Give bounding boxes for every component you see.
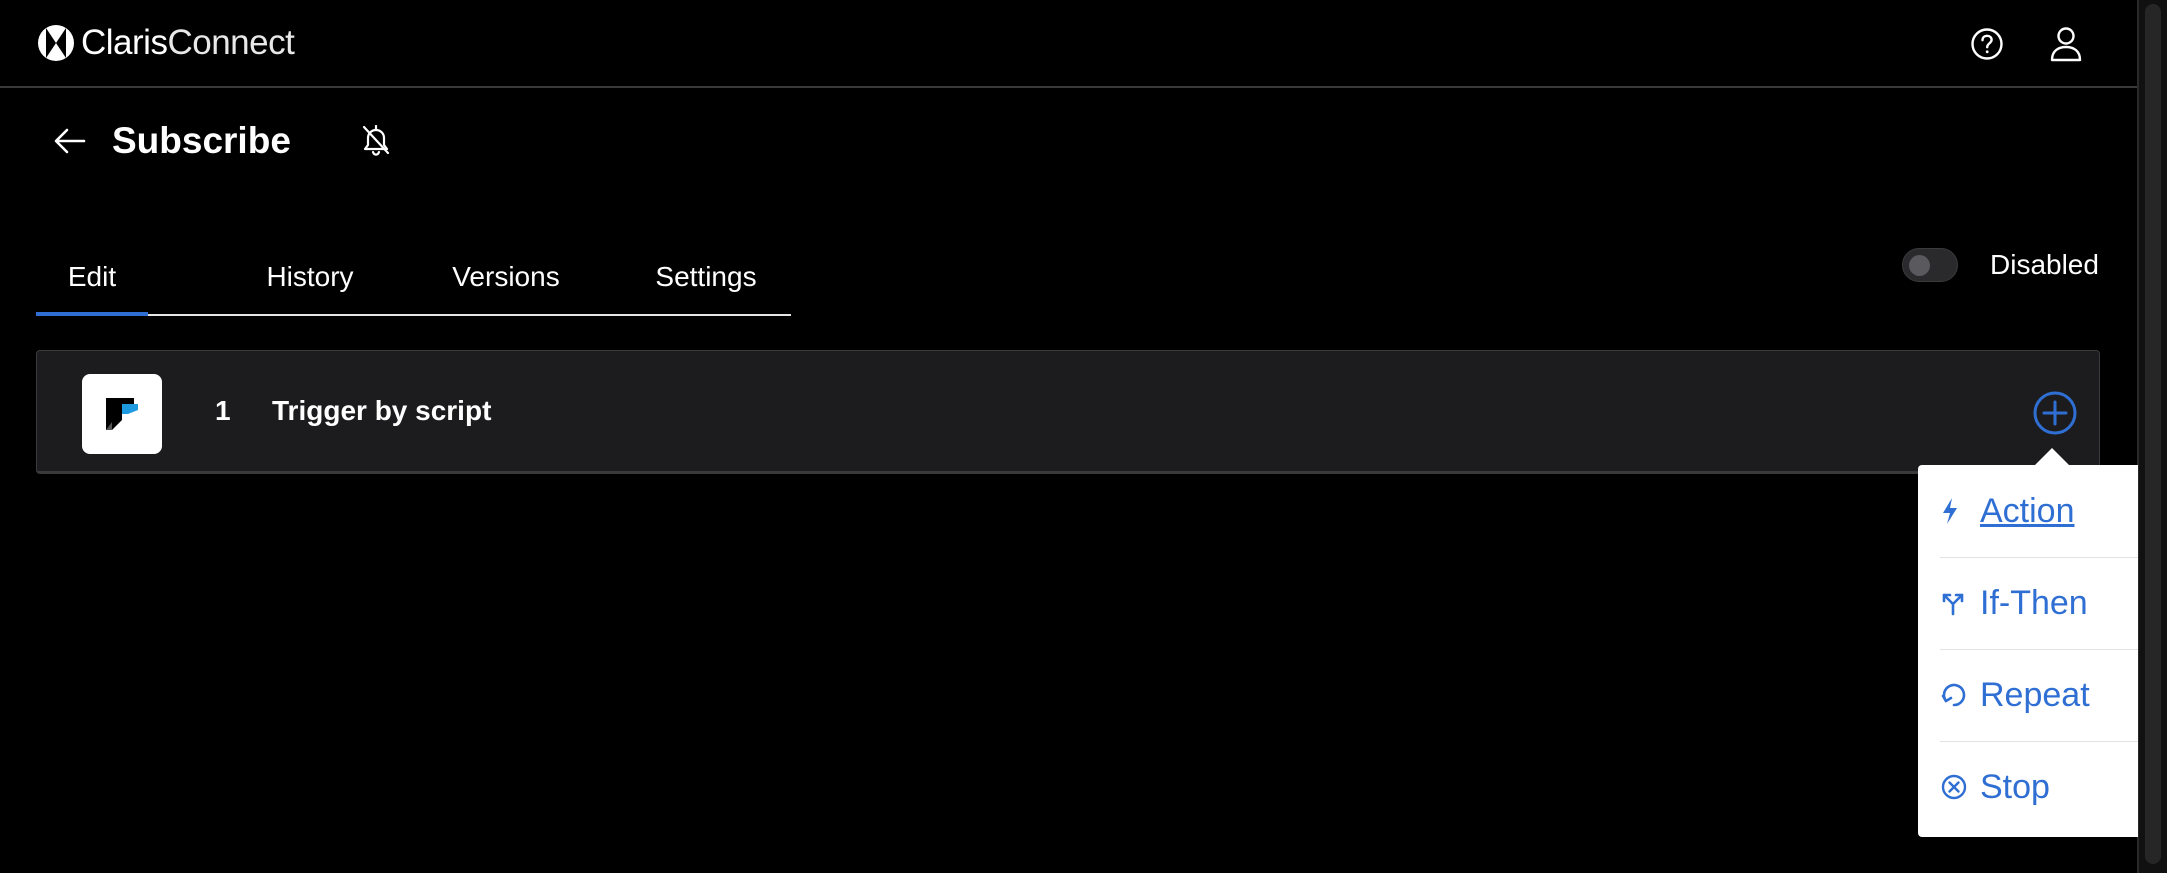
tab-versions[interactable]: Versions: [416, 240, 596, 314]
arrow-left-icon[interactable]: [50, 121, 90, 161]
menu-item-action[interactable]: Action: [1940, 465, 2140, 557]
tab-edit[interactable]: Edit: [36, 240, 148, 316]
help-icon[interactable]: [1967, 24, 2007, 64]
menu-item-label: If-Then: [1980, 583, 2088, 622]
brand-name: ClarisConnect: [81, 23, 295, 62]
top-header: ClarisConnect: [0, 0, 2137, 88]
lightning-icon: [1940, 494, 1974, 528]
step-number: 1: [215, 395, 231, 426]
enable-toggle[interactable]: [1902, 248, 1958, 282]
filemaker-icon: [82, 374, 162, 454]
vertical-scrollbar[interactable]: [2137, 0, 2167, 873]
menu-item-label: Stop: [1980, 767, 2050, 806]
menu-item-repeat[interactable]: Repeat: [1940, 649, 2140, 741]
bell-off-icon[interactable]: [356, 120, 396, 160]
tab-bar: Edit History Versions Settings: [36, 240, 791, 316]
scrollbar-thumb[interactable]: [2145, 4, 2161, 864]
branch-icon: [1940, 586, 1974, 620]
stop-circle-icon: [1940, 770, 1974, 804]
toggle-status-label: Disabled: [1990, 249, 2099, 280]
add-step-button[interactable]: [2031, 389, 2079, 437]
step-title: Trigger by script: [272, 395, 492, 426]
tab-settings[interactable]: Settings: [636, 240, 776, 314]
tab-history[interactable]: History: [220, 240, 400, 314]
plus-circle-icon: [2033, 391, 2077, 435]
claris-connect-logo[interactable]: ClarisConnect: [37, 22, 295, 64]
repeat-icon: [1940, 678, 1974, 712]
menu-item-stop[interactable]: Stop: [1940, 741, 2140, 833]
menu-item-label: Action: [1980, 491, 2075, 530]
user-icon[interactable]: [2046, 24, 2086, 64]
claris-logo-icon: [38, 25, 74, 61]
menu-item-if-then[interactable]: If-Then: [1940, 557, 2140, 649]
page-title-row: Subscribe: [50, 116, 291, 166]
page-title: Subscribe: [112, 120, 291, 161]
toggle-knob: [1909, 255, 1930, 276]
menu-item-label: Repeat: [1980, 675, 2090, 714]
step-card[interactable]: 1 Trigger by script: [36, 350, 2100, 474]
add-step-menu: Action If-Then Repeat Stop: [1918, 465, 2138, 837]
flow-status-toggle: Disabled: [1902, 248, 2099, 282]
